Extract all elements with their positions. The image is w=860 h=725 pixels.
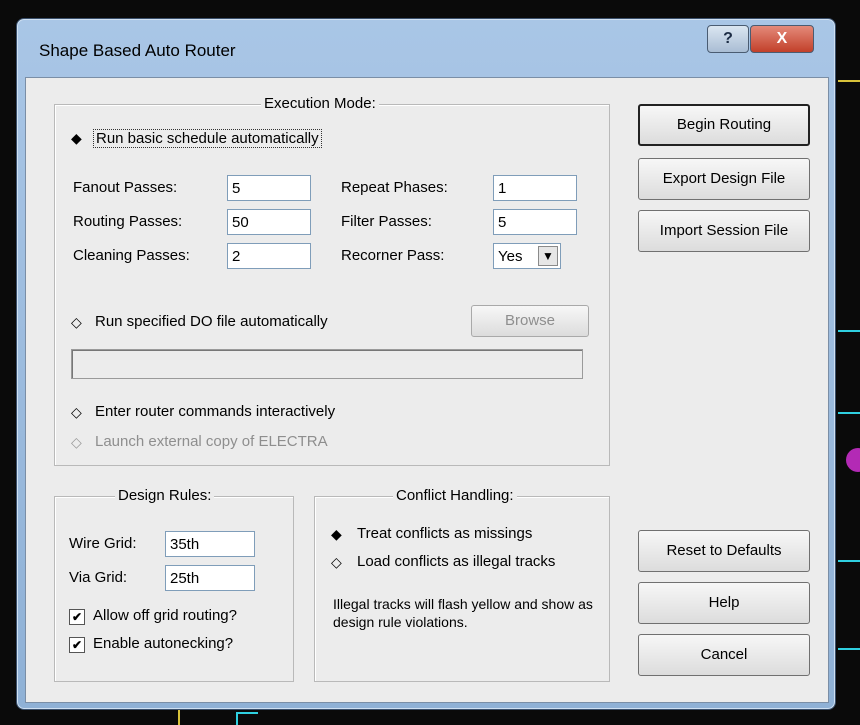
pcb-trace <box>236 712 258 714</box>
cleaning-passes-label: Cleaning Passes: <box>73 247 190 264</box>
dialog-body: Execution Mode: ◆ Run basic schedule aut… <box>25 77 829 703</box>
recorner-pass-select[interactable]: Yes ▼ <box>493 243 561 269</box>
import-session-file-button[interactable]: Import Session File <box>638 210 810 252</box>
pcb-trace <box>838 412 860 414</box>
chevron-down-icon[interactable]: ▼ <box>538 246 558 266</box>
radio-treat-missing[interactable]: ◆ <box>331 527 345 541</box>
enable-autonecking-label[interactable]: Enable autonecking? <box>93 635 233 652</box>
routing-passes-label: Routing Passes: <box>73 213 183 230</box>
help-title-button[interactable]: ? <box>707 25 749 53</box>
dialog-title: Shape Based Auto Router <box>39 41 236 60</box>
conflict-handling-legend: Conflict Handling: <box>393 487 517 504</box>
filter-passes-label: Filter Passes: <box>341 213 432 230</box>
pcb-trace <box>838 648 860 650</box>
treat-missing-label[interactable]: Treat conflicts as missings <box>357 525 532 542</box>
repeat-phases-label: Repeat Phases: <box>341 179 448 196</box>
reset-defaults-button[interactable]: Reset to Defaults <box>638 530 810 572</box>
pcb-trace <box>838 330 860 332</box>
pcb-trace <box>178 710 180 725</box>
wire-grid-field[interactable]: 35th <box>165 531 255 557</box>
pcb-trace <box>838 560 860 562</box>
do-file-path-field[interactable] <box>71 349 583 379</box>
via-grid-field[interactable]: 25th <box>165 565 255 591</box>
interactive-label[interactable]: Enter router commands interactively <box>95 403 335 420</box>
allow-off-grid-label[interactable]: Allow off grid routing? <box>93 607 237 624</box>
fanout-passes-label: Fanout Passes: <box>73 179 178 196</box>
radio-basic-schedule[interactable]: ◆ <box>71 131 85 145</box>
design-rules-group: Design Rules: Wire Grid: 35th Via Grid: … <box>54 487 294 682</box>
routing-passes-field[interactable]: 50 <box>227 209 311 235</box>
filter-passes-field[interactable]: 5 <box>493 209 577 235</box>
execution-mode-legend: Execution Mode: <box>261 95 379 112</box>
cleaning-passes-field[interactable]: 2 <box>227 243 311 269</box>
question-icon: ? <box>723 30 733 47</box>
recorner-pass-label: Recorner Pass: <box>341 247 445 264</box>
close-icon: X <box>776 30 788 47</box>
radio-illegal-tracks[interactable]: ◇ <box>331 555 345 569</box>
repeat-phases-field[interactable]: 1 <box>493 175 577 201</box>
radio-do-file[interactable]: ◇ <box>71 315 85 329</box>
begin-routing-button[interactable]: Begin Routing <box>638 104 810 146</box>
radio-electra: ◇ <box>71 434 82 450</box>
cancel-button[interactable]: Cancel <box>638 634 810 676</box>
design-rules-legend: Design Rules: <box>115 487 215 504</box>
radio-interactive[interactable]: ◇ <box>71 405 85 419</box>
pcb-pad <box>846 448 860 472</box>
title-bar[interactable]: Shape Based Auto Router ? X <box>17 19 835 79</box>
close-button[interactable]: X <box>750 25 814 53</box>
recorner-pass-value: Yes <box>498 248 523 265</box>
router-dialog: Shape Based Auto Router ? X Execution Mo… <box>16 18 836 710</box>
execution-mode-group: Execution Mode: ◆ Run basic schedule aut… <box>54 95 610 466</box>
allow-off-grid-checkbox[interactable]: ✔ <box>69 609 85 625</box>
electra-label: Launch external copy of ELECTRA <box>95 433 328 450</box>
export-design-file-button[interactable]: Export Design File <box>638 158 810 200</box>
do-file-label[interactable]: Run specified DO file automatically <box>95 313 328 330</box>
help-button[interactable]: Help <box>638 582 810 624</box>
conflict-note: Illegal tracks will flash yellow and sho… <box>333 596 593 630</box>
via-grid-label: Via Grid: <box>69 569 128 586</box>
conflict-handling-group: Conflict Handling: ◆ Treat conflicts as … <box>314 487 610 682</box>
illegal-tracks-label[interactable]: Load conflicts as illegal tracks <box>357 553 555 570</box>
wire-grid-label: Wire Grid: <box>69 535 137 552</box>
browse-button[interactable]: Browse <box>471 305 589 337</box>
basic-schedule-label[interactable]: Run basic schedule automatically <box>93 129 322 148</box>
enable-autonecking-checkbox[interactable]: ✔ <box>69 637 85 653</box>
fanout-passes-field[interactable]: 5 <box>227 175 311 201</box>
pcb-trace <box>838 80 860 82</box>
